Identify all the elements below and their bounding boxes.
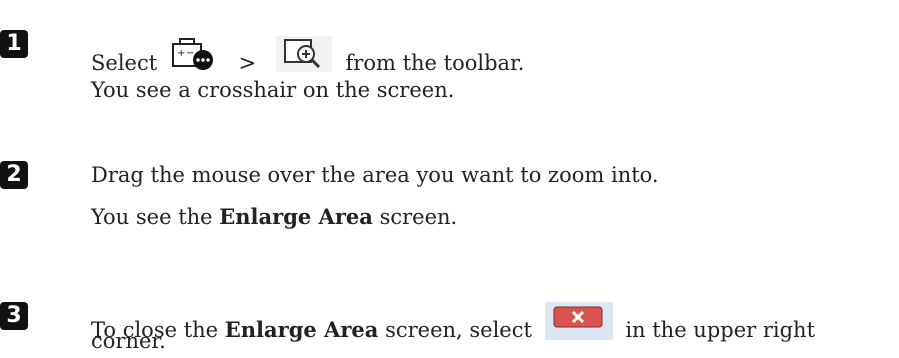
step-3-instruction: To close the Enlarge Area screen, select… xyxy=(91,301,815,348)
step-2-instruction: Drag the mouse over the area you want to… xyxy=(91,163,659,187)
step-number-badge: 2 xyxy=(0,161,28,189)
step-number-badge: 3 xyxy=(0,302,28,330)
step-1-result: You see a crosshair on the screen. xyxy=(91,78,455,102)
step-3: 3 To close the Enlarge Area screen, sele… xyxy=(0,270,899,358)
screen-name: Enlarge Area xyxy=(219,204,373,229)
step-text: screen. xyxy=(379,205,458,229)
step-2-result: You see the Enlarge Area screen. xyxy=(91,203,457,231)
step-text: screen, select xyxy=(385,318,532,342)
step-2: 2 Drag the mouse over the area you want … xyxy=(0,140,899,250)
step-1: 1 Select + − > from the toolbar. You see… xyxy=(0,0,899,110)
step-number-badge: 1 xyxy=(0,30,28,58)
step-text: Select xyxy=(91,51,158,75)
close-window-icon[interactable] xyxy=(544,301,614,348)
zoom-area-icon[interactable] xyxy=(274,34,334,81)
step-text: in the upper right xyxy=(625,318,816,342)
step-3-continuation: corner. xyxy=(91,329,166,353)
step-text: You see the xyxy=(91,205,213,229)
separator-text: > xyxy=(238,51,257,75)
svg-text:+: + xyxy=(177,48,185,59)
svg-text:−: − xyxy=(186,48,194,59)
step-1-instruction: Select + − > from the toolbar. xyxy=(91,34,524,81)
toolbox-icon[interactable]: + − xyxy=(169,34,221,81)
step-text: from the toolbar. xyxy=(345,51,525,75)
screen-name: Enlarge Area xyxy=(224,317,379,342)
